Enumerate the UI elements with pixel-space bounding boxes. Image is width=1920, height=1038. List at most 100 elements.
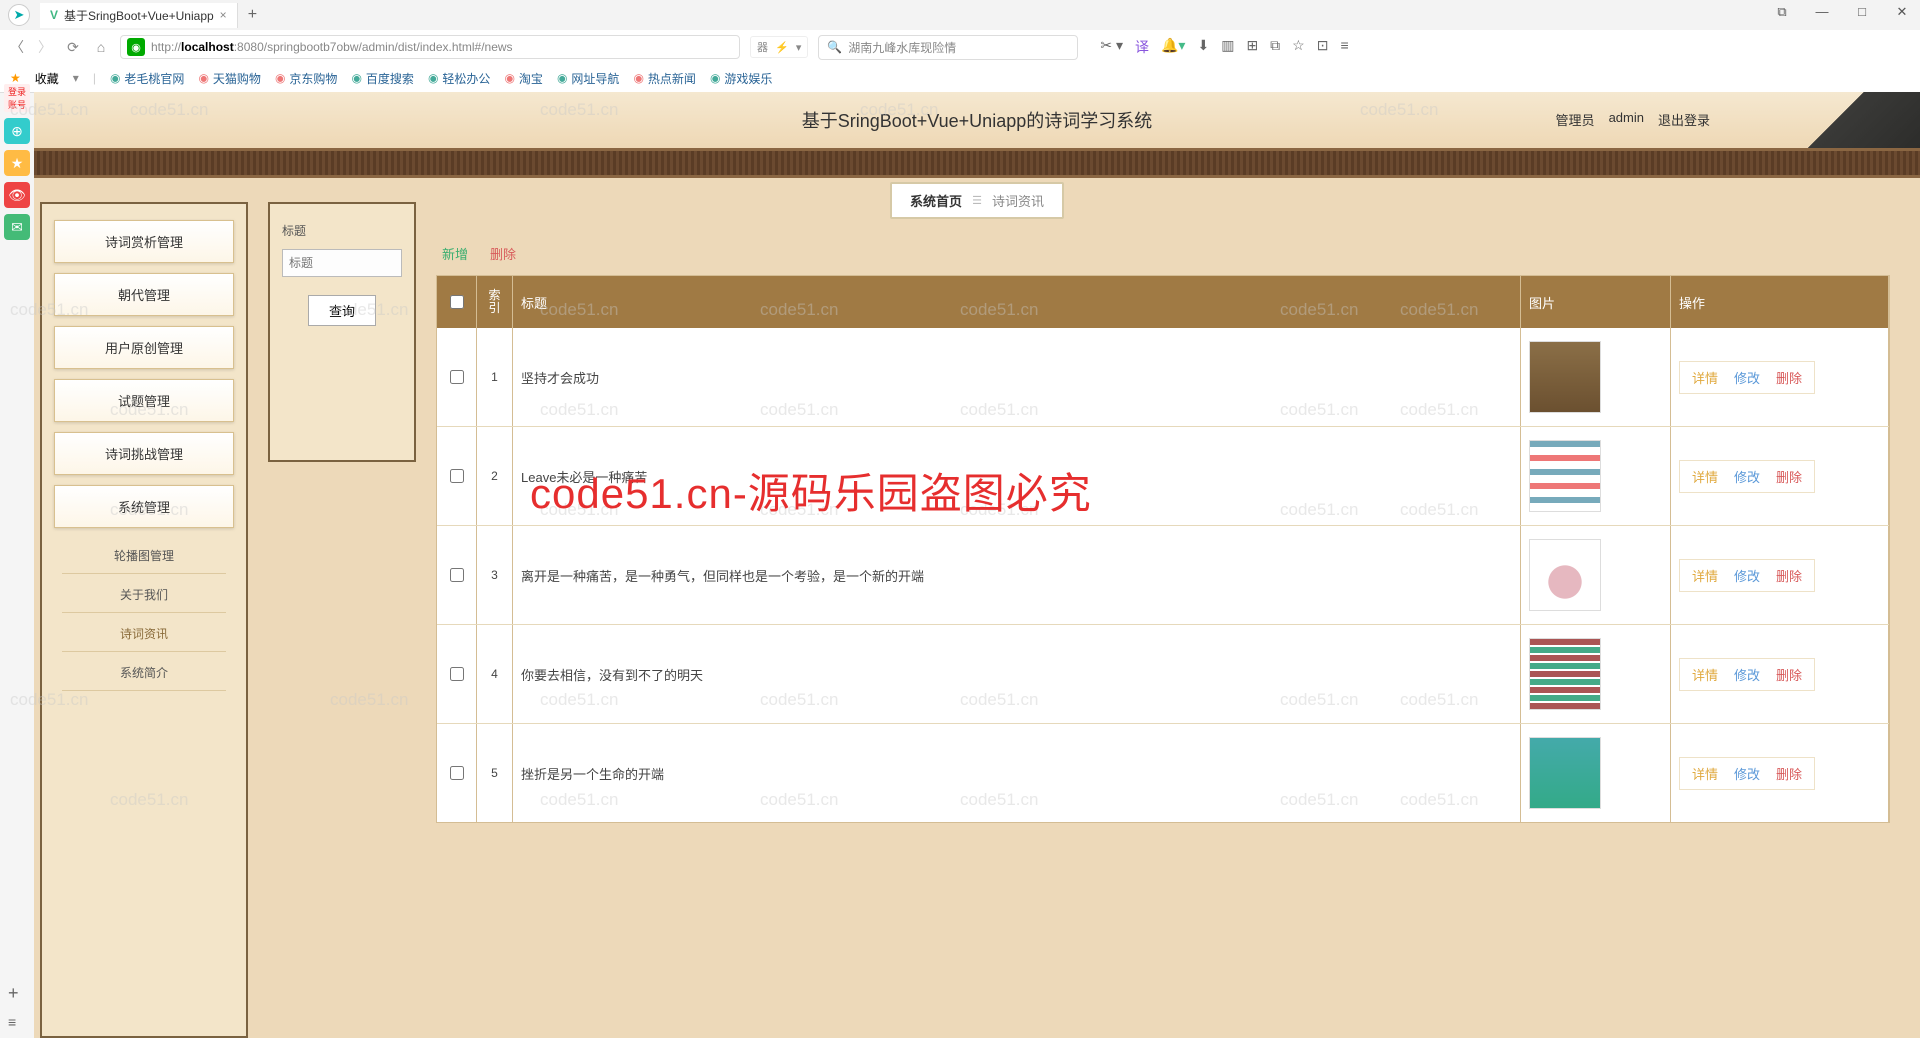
ext3-icon[interactable]: ⧉ xyxy=(1270,37,1280,57)
ext1-icon[interactable]: ▥ xyxy=(1221,37,1234,57)
edit-link[interactable]: 修改 xyxy=(1734,467,1760,486)
sidebar-sub-intro[interactable]: 系统简介 xyxy=(62,655,226,691)
row-checkbox[interactable] xyxy=(450,370,464,384)
new-tab-button[interactable]: + xyxy=(238,6,267,24)
reload-button[interactable]: ⟳ xyxy=(64,39,82,56)
delete-link[interactable]: 删除 xyxy=(1776,764,1802,783)
detail-link[interactable]: 详情 xyxy=(1692,764,1718,783)
back-button[interactable]: 〈 xyxy=(8,37,26,57)
url-text: http://localhost:8080/springbootb7obw/ad… xyxy=(151,40,513,54)
close-tab-icon[interactable]: × xyxy=(220,8,227,22)
window-controls: ⧉ — □ ✕ xyxy=(1768,4,1916,20)
delete-link[interactable]: 删除 xyxy=(1776,665,1802,684)
row-checkbox[interactable] xyxy=(450,469,464,483)
app-root: 基于SringBoot+Vue+Uniapp的诗词学习系统 管理员 admin … xyxy=(34,92,1920,1038)
bookmark-item[interactable]: ◉老毛桃官网 xyxy=(110,70,185,87)
sidebar-sub-news[interactable]: 诗词资讯 xyxy=(62,616,226,652)
window-pin-icon[interactable]: ⧉ xyxy=(1768,4,1796,20)
tab-bar: ➤ V 基于SringBoot+Vue+Uniapp × + ⧉ — □ ✕ xyxy=(0,0,1920,30)
search-placeholder: 湖南九峰水库现险情 xyxy=(848,39,956,56)
rail-badge[interactable]: 登录账号 xyxy=(4,84,30,112)
browser-tab[interactable]: V 基于SringBoot+Vue+Uniapp × xyxy=(40,3,238,28)
translate-icon[interactable]: 译 xyxy=(1135,37,1149,57)
window-close-icon[interactable]: ✕ xyxy=(1888,4,1916,20)
ext2-icon[interactable]: ⊞ xyxy=(1246,37,1258,57)
sidebar-item-dynasty[interactable]: 朝代管理 xyxy=(54,273,234,316)
delete-link[interactable]: 删除 xyxy=(1776,467,1802,486)
url-badge[interactable]: 器 ⚡ ▾ xyxy=(750,36,808,58)
select-all-checkbox[interactable] xyxy=(450,295,464,309)
table-row: 1坚持才会成功详情修改删除 xyxy=(437,328,1889,426)
sidebar-sub-carousel[interactable]: 轮播图管理 xyxy=(62,538,226,574)
row-checkbox[interactable] xyxy=(450,568,464,582)
rail-icon[interactable]: ★ xyxy=(4,150,30,176)
edit-link[interactable]: 修改 xyxy=(1734,665,1760,684)
bookmarks-bar: ★ 收藏 ▾ | ◉老毛桃官网 ◉天猫购物 ◉京东购物 ◉百度搜索 ◉轻松办公 … xyxy=(0,64,1920,92)
bookmark-item[interactable]: ◉淘宝 xyxy=(504,70,543,87)
rail-add-button[interactable]: + xyxy=(8,983,19,1004)
bookmarks-dropdown-icon[interactable]: ▾ xyxy=(73,71,79,85)
edit-link[interactable]: 修改 xyxy=(1734,566,1760,585)
th-ops: 操作 xyxy=(1671,276,1889,328)
rail-icon[interactable]: ✉ xyxy=(4,214,30,240)
window-maximize-icon[interactable]: □ xyxy=(1848,4,1876,20)
delete-button[interactable]: 删除 xyxy=(490,244,516,263)
toolbar-icons: ✂ ▾ 译 🔔▾ ⬇ ▥ ⊞ ⧉ ☆ ⊡ ≡ xyxy=(1100,37,1348,57)
window-minimize-icon[interactable]: — xyxy=(1808,4,1836,20)
url-field[interactable]: ◉ http://localhost:8080/springbootb7obw/… xyxy=(120,35,740,59)
star-icon[interactable]: ☆ xyxy=(1292,37,1305,57)
table-header: 索引 标题 图片 操作 xyxy=(437,276,1889,328)
download-icon[interactable]: ⬇ xyxy=(1197,37,1209,57)
bookmark-item[interactable]: ◉天猫购物 xyxy=(198,70,261,87)
sidebar-item-challenge[interactable]: 诗词挑战管理 xyxy=(54,432,234,475)
bookmark-item[interactable]: ◉京东购物 xyxy=(275,70,338,87)
detail-link[interactable]: 详情 xyxy=(1692,368,1718,387)
search-field[interactable]: 🔍 湖南九峰水库现险情 xyxy=(818,35,1078,60)
rail-icon[interactable]: ⊕ xyxy=(4,118,30,144)
thumbnail-image xyxy=(1529,539,1601,611)
detail-link[interactable]: 详情 xyxy=(1692,467,1718,486)
th-image: 图片 xyxy=(1521,276,1671,328)
detail-link[interactable]: 详情 xyxy=(1692,665,1718,684)
table-row: 4你要去相信，没有到不了的明天详情修改删除 xyxy=(437,624,1889,723)
sidebar-item-system[interactable]: 系统管理 xyxy=(54,485,234,528)
bookmark-item[interactable]: ◉轻松办公 xyxy=(428,70,491,87)
sidebar-item-exam[interactable]: 试题管理 xyxy=(54,379,234,422)
grid-icon[interactable]: ⊡ xyxy=(1317,37,1329,57)
bookmark-item[interactable]: ◉网址导航 xyxy=(557,70,620,87)
add-button[interactable]: 新增 xyxy=(442,244,468,263)
bookmark-icon: ◉ xyxy=(710,71,720,85)
sidebar-sub-about[interactable]: 关于我们 xyxy=(62,577,226,613)
rail-menu-button[interactable]: ≡ xyxy=(8,1014,16,1030)
td-ops: 详情修改删除 xyxy=(1671,427,1889,525)
user-name[interactable]: admin xyxy=(1609,110,1644,129)
notify-icon[interactable]: 🔔▾ xyxy=(1161,37,1185,57)
sidebar-item-poetry-appreciation[interactable]: 诗词赏析管理 xyxy=(54,220,234,263)
bookmark-item[interactable]: ◉热点新闻 xyxy=(633,70,696,87)
scissors-icon[interactable]: ✂ ▾ xyxy=(1100,37,1123,57)
td-checkbox xyxy=(437,526,477,624)
menu-icon[interactable]: ≡ xyxy=(1340,37,1348,57)
bookmark-item[interactable]: ◉百度搜索 xyxy=(351,70,414,87)
td-index: 3 xyxy=(477,526,513,624)
edit-link[interactable]: 修改 xyxy=(1734,764,1760,783)
filter-title-input[interactable] xyxy=(282,249,402,277)
delete-link[interactable]: 删除 xyxy=(1776,368,1802,387)
sidebar-item-user-original[interactable]: 用户原创管理 xyxy=(54,326,234,369)
filter-label: 标题 xyxy=(282,222,402,239)
forward-button[interactable]: 〉 xyxy=(36,37,54,57)
edit-link[interactable]: 修改 xyxy=(1734,368,1760,387)
row-checkbox[interactable] xyxy=(450,766,464,780)
td-title: 挫折是另一个生命的开端 xyxy=(513,724,1521,822)
home-button[interactable]: ⌂ xyxy=(92,39,110,55)
td-index: 5 xyxy=(477,724,513,822)
td-ops: 详情修改删除 xyxy=(1671,724,1889,822)
logout-link[interactable]: 退出登录 xyxy=(1658,110,1710,129)
search-button[interactable]: 查询 xyxy=(308,295,376,326)
detail-link[interactable]: 详情 xyxy=(1692,566,1718,585)
row-checkbox[interactable] xyxy=(450,667,464,681)
rail-icon[interactable]: 👁 xyxy=(4,182,30,208)
bookmark-item[interactable]: ◉游戏娱乐 xyxy=(710,70,773,87)
delete-link[interactable]: 删除 xyxy=(1776,566,1802,585)
th-title: 标题 xyxy=(513,276,1521,328)
